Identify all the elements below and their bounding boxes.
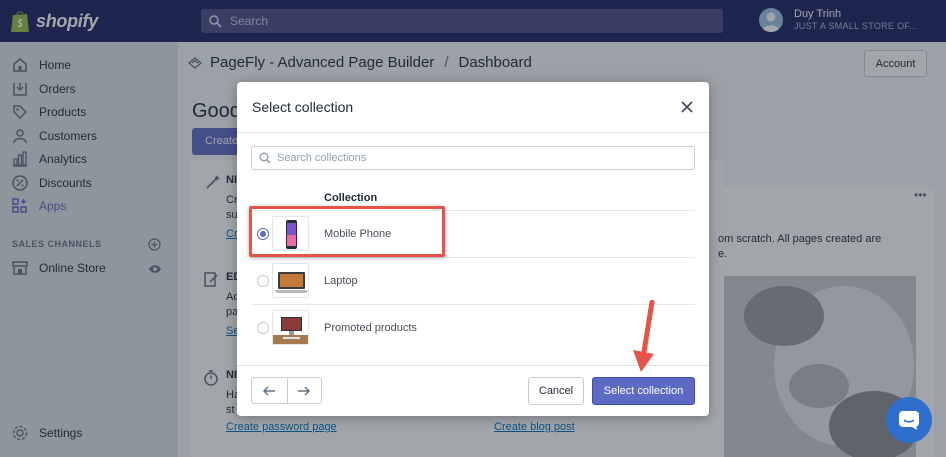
- annotation-arrow-icon: [633, 300, 655, 372]
- cancel-button[interactable]: Cancel: [528, 377, 584, 405]
- radio-promoted-products[interactable]: [257, 322, 269, 334]
- radio-laptop[interactable]: [257, 275, 269, 287]
- collection-label: Laptop: [324, 275, 358, 287]
- select-collection-button[interactable]: Select collection: [592, 377, 695, 405]
- chat-launcher-button[interactable]: [886, 397, 932, 443]
- search-icon: [259, 152, 271, 164]
- previous-page-button[interactable]: [252, 378, 287, 403]
- column-header-collection: Collection: [324, 192, 378, 204]
- modal-title: Select collection: [252, 99, 354, 115]
- arrow-left-icon: [263, 385, 276, 396]
- chat-icon: [899, 411, 919, 430]
- close-icon[interactable]: [680, 100, 694, 114]
- laptop-thumbnail: [272, 263, 309, 298]
- collection-row-laptop[interactable]: Laptop: [251, 258, 695, 304]
- search-placeholder: Search collections: [277, 152, 367, 164]
- collection-search-input[interactable]: Search collections: [251, 146, 695, 170]
- collection-label: Promoted products: [324, 322, 417, 334]
- next-page-button[interactable]: [286, 378, 322, 403]
- promoted-products-thumbnail: [272, 310, 309, 345]
- pagination: [251, 377, 322, 404]
- arrow-right-icon: [298, 385, 311, 396]
- highlight-box: [249, 206, 445, 257]
